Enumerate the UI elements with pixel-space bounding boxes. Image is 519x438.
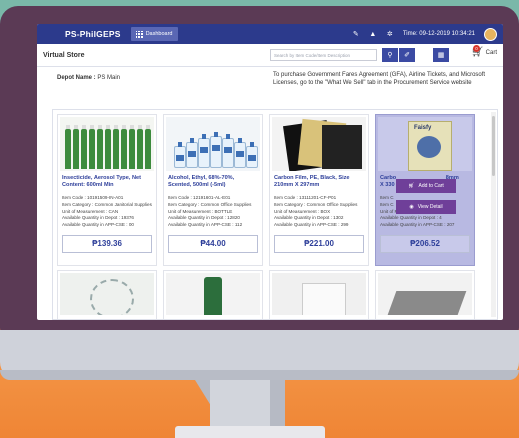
search-input[interactable]: Search by Item Code/Item Description [270, 49, 377, 61]
product-image [166, 117, 260, 171]
user-icon[interactable]: ▲ [369, 30, 377, 38]
product-qty-depot: Available Quantity in Depot : 19376 [62, 215, 134, 221]
dashboard-button[interactable]: Dashboard [130, 27, 178, 41]
depot-value: PS Main [97, 75, 121, 81]
product-qty-depot: Available Quantity in Depot : 1302 [274, 215, 344, 221]
product-qty-app: Available Quantity in APP-CSE : 112 [168, 222, 243, 228]
book-disc [417, 136, 441, 158]
product-card[interactable] [269, 270, 369, 319]
monitor-stand-base [175, 426, 325, 438]
add-to-cart-button[interactable]: 🛒︎ Add to Cart [396, 179, 456, 193]
product-qty-app: Available Quantity in APP-CSE : 299 [274, 222, 349, 228]
product-image [272, 273, 366, 315]
product-qty-depot: Available Quantity in Depot : 12820 [168, 215, 240, 221]
monitor-chin-shadow [0, 370, 519, 380]
grid-view-button[interactable]: ▦ [433, 48, 449, 62]
product-price: ₱221.00 [274, 234, 364, 253]
product-image: Faisfy [378, 117, 472, 171]
product-price: ₱206.52 [380, 234, 470, 253]
product-unit: Unit of Measurement : BOTTLE [168, 208, 233, 214]
product-qty-app: Available Quantity in APP-CSE : 207 [380, 222, 455, 228]
scroll-thumb[interactable] [492, 116, 495, 176]
product-book-cover: Faisfy [408, 121, 452, 171]
view-detail-button[interactable]: ◉ View Detail [396, 200, 456, 214]
product-price: ₱44.00 [168, 234, 258, 253]
product-grid: Insecticide, Aerosol Type, Net Content: … [52, 109, 498, 320]
product-category: Item Category : Common Office Supplies [168, 201, 252, 207]
cart-label: Cart [485, 49, 497, 56]
page-title: Virtual Store [43, 51, 85, 59]
product-qty-app: Available Quantity in APP-CSE : 00 [62, 222, 134, 228]
product-unit: Unit of Measurement : CAN [62, 208, 119, 214]
product-price: ₱139.36 [62, 234, 152, 253]
top-right-tools: ✎ ▲ ✲ Time: 09-12-2019 10:34:21 [352, 24, 497, 44]
product-qty-depot: Available Quantity in Depot : 4 [380, 215, 442, 221]
product-card[interactable] [57, 270, 157, 319]
product-card[interactable]: Alcohol, Ethyl, 68%-70%, Scented, 500ml … [163, 114, 263, 266]
gear-icon[interactable]: ✲ [386, 30, 394, 38]
eraser-icon: ✐ [404, 52, 410, 59]
search-button[interactable]: ⚲ [382, 48, 398, 62]
grid-view-icon: ▦ [437, 52, 445, 59]
dashboard-label: Dashboard [145, 31, 173, 37]
cart-button[interactable]: 🛒︎ 0 Cart [471, 45, 497, 58]
product-name[interactable]: Carbon Film, PE, Black, Size 210mm X 297… [274, 175, 364, 195]
product-image [60, 273, 154, 315]
product-unit: Unit of Measurement : BOX [274, 208, 331, 214]
cart-count-badge: 0 [472, 45, 480, 52]
cart-icon: 🛒︎ [408, 183, 415, 189]
search-icon: ⚲ [387, 52, 393, 59]
datetime: Time: 09-12-2019 10:34:21 [402, 31, 475, 37]
bell-icon[interactable]: ✎ [352, 30, 360, 38]
product-name[interactable]: Alcohol, Ethyl, 68%-70%, Scented, 500ml … [168, 175, 258, 195]
product-image [378, 273, 472, 315]
product-card[interactable]: Carbon Film, PE, Black, Size 210mm X 297… [269, 114, 369, 266]
depot-name: Depot Name : PS Main [57, 75, 120, 81]
product-code: Item Code : 12191601-AL-E01 [168, 195, 231, 200]
brand-logo[interactable]: PS-PhilGEPS [65, 29, 121, 39]
product-category: Item Category : Common Janitorial Suppli… [62, 201, 152, 207]
product-image [60, 117, 154, 171]
top-navbar: PS-PhilGEPS Dashboard ✎ ▲ ✲ Time: 09-12-… [37, 24, 503, 44]
purchase-notice: To purchase Government Fares Agreement (… [273, 72, 486, 86]
product-card-hovered[interactable]: Faisfy Carbo 8mm X 330 Item C Item C Uni… [375, 114, 475, 266]
product-code: Item Code : 10191509-IN-A01 [62, 195, 124, 200]
grid-icon [135, 30, 143, 38]
product-category: Item Category : Common Office Supplies [274, 201, 358, 207]
product-card[interactable]: Insecticide, Aerosol Type, Net Content: … [57, 114, 157, 266]
product-image [272, 117, 366, 171]
product-grid-scrollbar[interactable] [491, 112, 496, 317]
eye-icon: ◉ [409, 204, 414, 210]
product-image [166, 273, 260, 315]
book-label: Faisfy [414, 125, 432, 131]
product-name[interactable]: Insecticide, Aerosol Type, Net Content: … [62, 175, 152, 195]
depot-label: Depot Name : [57, 75, 96, 81]
product-card[interactable] [375, 270, 475, 319]
screen: PS-PhilGEPS Dashboard ✎ ▲ ✲ Time: 09-12-… [37, 24, 503, 320]
product-code: Item Code : 13111201-CF-P01 [274, 195, 337, 200]
clear-button[interactable]: ✐ [399, 48, 415, 62]
store-header: Virtual Store Search by Item Code/Item D… [37, 44, 503, 67]
info-row: Depot Name : PS Main To purchase Governm… [37, 67, 503, 97]
product-card[interactable] [163, 270, 263, 319]
avatar[interactable] [484, 27, 497, 41]
